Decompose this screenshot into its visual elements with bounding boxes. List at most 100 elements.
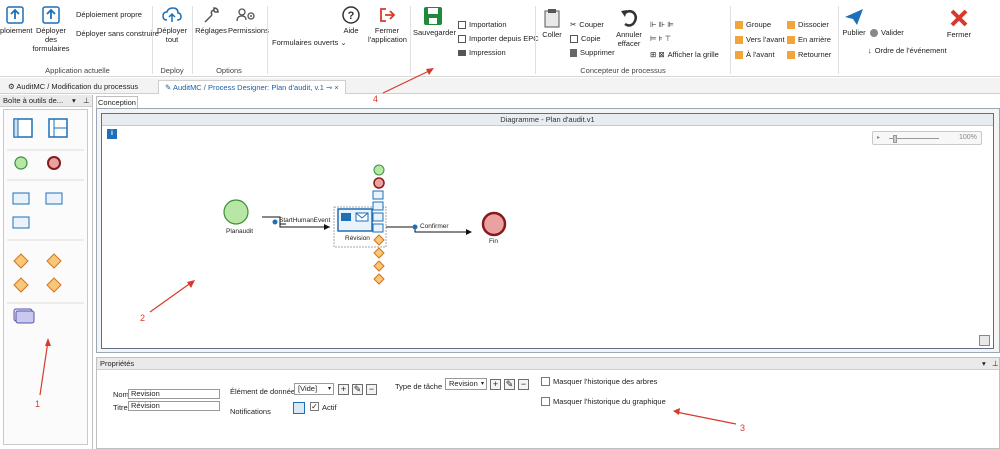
- active-checkbox[interactable]: ✓: [310, 402, 319, 411]
- settings-button[interactable]: Réglages: [194, 6, 228, 35]
- chevron-down-icon[interactable]: ▾: [72, 95, 76, 106]
- bring-forward-icon: [735, 36, 743, 45]
- tab-conception[interactable]: Conception: [96, 96, 138, 108]
- chevron-down-icon: ▾: [480, 381, 484, 387]
- gateway-exclusive-icon: [13, 253, 29, 269]
- remove-task-type-button[interactable]: −: [518, 379, 529, 390]
- deploy-all-button[interactable]: Déployer tout: [155, 6, 189, 44]
- name-field[interactable]: Revision: [128, 389, 220, 399]
- show-grid-button[interactable]: ⊞ ⊠ Afficher la grille: [650, 50, 719, 60]
- chevron-down-icon: ▾: [327, 386, 331, 392]
- deploy-forms-button[interactable]: Déployer des formulaires: [30, 6, 72, 53]
- add-task-type-button[interactable]: +: [490, 379, 501, 390]
- data-element-select[interactable]: [Vide] ▾: [294, 383, 334, 395]
- help-icon: ?: [342, 6, 360, 24]
- align-left-button[interactable]: ⊩ ⊪ ⊫: [650, 20, 674, 30]
- close-button[interactable]: Fermer: [946, 8, 972, 39]
- quick-task-icon: [372, 212, 384, 222]
- print-button[interactable]: Impression: [458, 48, 506, 58]
- import-icon: [458, 35, 466, 44]
- save-button[interactable]: Sauvegarder: [413, 6, 456, 37]
- group-button[interactable]: Groupe: [735, 20, 771, 30]
- delete-button[interactable]: Supprimer: [570, 48, 615, 58]
- import-epc-button[interactable]: Importer depuis EPC: [458, 34, 539, 44]
- upload-icon: [6, 6, 24, 24]
- import-button[interactable]: Importation: [458, 20, 507, 30]
- end-event-label: Fin: [489, 238, 499, 245]
- pin-icon[interactable]: ⊥: [992, 358, 999, 369]
- group-separator: [152, 6, 153, 74]
- clipboard-icon: [544, 9, 560, 28]
- copy-button[interactable]: Copie: [570, 34, 601, 44]
- event-order-button[interactable]: ↓ Ordre de l'événement: [868, 46, 947, 56]
- start-event-icon: [14, 156, 28, 170]
- gateway-inclusive-icon: [13, 277, 29, 293]
- remove-data-element-button[interactable]: −: [366, 384, 377, 395]
- tab-modification[interactable]: ⚙ AuditMC / Modification du processus: [2, 80, 144, 94]
- send-back-icon: [787, 36, 795, 45]
- group-label-options: Options: [216, 66, 242, 75]
- hide-graph-history-checkbox[interactable]: [541, 397, 550, 406]
- flow-label-confirm: Confirmer: [420, 223, 449, 230]
- to-front-button[interactable]: À l'avant: [735, 50, 775, 60]
- close-app-button[interactable]: Fermer l'application: [368, 6, 407, 44]
- send-back-button[interactable]: En arrière: [787, 35, 831, 45]
- cut-button[interactable]: ✂ Couper: [570, 20, 604, 30]
- sort-icon: ↓: [868, 46, 872, 56]
- publish-button[interactable]: Publier: [840, 8, 868, 37]
- deploy-clean-button[interactable]: Déploiement propre: [76, 10, 142, 20]
- gateway-event-icon: [46, 277, 62, 293]
- cloud-upload-icon: [162, 7, 182, 22]
- deploy-partial-button[interactable]: ploiement: [0, 6, 33, 35]
- bring-forward-button[interactable]: Vers l'avant: [735, 35, 785, 45]
- end-event-node: [481, 211, 507, 237]
- notifications-label: Notifications: [230, 407, 271, 416]
- toolbox-header: Boîte à outils de... ▾ ⊥: [0, 95, 92, 107]
- subprocess-icon-front: [15, 310, 35, 324]
- back-out-button[interactable]: Retourner: [787, 50, 831, 60]
- ribbon: ploiement Déployer des formulaires Déplo…: [0, 0, 1000, 77]
- group-separator: [267, 6, 268, 74]
- permissions-button[interactable]: Permissions: [228, 6, 269, 35]
- ungroup-button[interactable]: Dissocier: [787, 20, 829, 30]
- edit-data-element-button[interactable]: ✎: [352, 384, 363, 395]
- close-tab-icon[interactable]: ×: [334, 83, 338, 92]
- data-element-label: Élément de données: [230, 387, 299, 396]
- user-icon: [341, 213, 351, 221]
- annotation-number-3: 3: [740, 423, 746, 433]
- quick-user-task-icon: [372, 190, 384, 200]
- title-label: Titre: [113, 403, 128, 412]
- group-label-designer: Concepteur de processus: [580, 66, 666, 75]
- ungroup-icon: [787, 21, 795, 30]
- group-separator: [410, 6, 411, 74]
- pin-icon[interactable]: ⊸: [326, 83, 332, 92]
- task-type-select[interactable]: Revision ▾: [445, 378, 487, 390]
- chevron-down-icon[interactable]: ▾: [982, 358, 986, 369]
- pin-icon[interactable]: ⊥: [83, 95, 90, 106]
- validate-button[interactable]: Valider: [870, 28, 904, 38]
- paste-button[interactable]: Coller: [539, 8, 565, 39]
- flow-label-start: StartHumanEvent: [279, 217, 331, 224]
- overview-toggle[interactable]: [979, 335, 990, 346]
- group-label-app: Application actuelle: [45, 66, 110, 75]
- group-separator: [192, 6, 193, 74]
- undo-icon: [621, 10, 637, 27]
- distribute-button[interactable]: ⊨ ⊧ ⊤: [650, 34, 671, 44]
- add-data-element-button[interactable]: +: [338, 384, 349, 395]
- task-label: Révision: [345, 235, 370, 242]
- hide-tree-history-checkbox[interactable]: [541, 377, 550, 386]
- edit-task-type-button[interactable]: ✎: [504, 379, 515, 390]
- designer-area: Diagramme - Plan d'audit.v1 i ▸ 100% Pla…: [96, 108, 1000, 353]
- undo-button[interactable]: Annuler effacer: [614, 8, 644, 48]
- group-separator: [535, 6, 536, 74]
- deploy-no-build-button[interactable]: Déployer sans construire: [76, 29, 159, 39]
- gateway-parallel-icon: [46, 253, 62, 269]
- title-field[interactable]: Révision: [128, 401, 220, 411]
- diagram-canvas[interactable]: Diagramme - Plan d'audit.v1 i ▸ 100% Pla…: [101, 113, 994, 349]
- open-forms-dropdown[interactable]: Formulaires ouverts ⌄: [272, 38, 347, 48]
- help-button[interactable]: ? Aide: [340, 6, 362, 35]
- calendar-icon[interactable]: [293, 402, 305, 414]
- to-front-icon: [735, 51, 743, 60]
- flow-user-icon: [272, 219, 278, 225]
- tab-process-designer[interactable]: ✎ AuditMC / Process Designer: Plan d'aud…: [158, 80, 346, 94]
